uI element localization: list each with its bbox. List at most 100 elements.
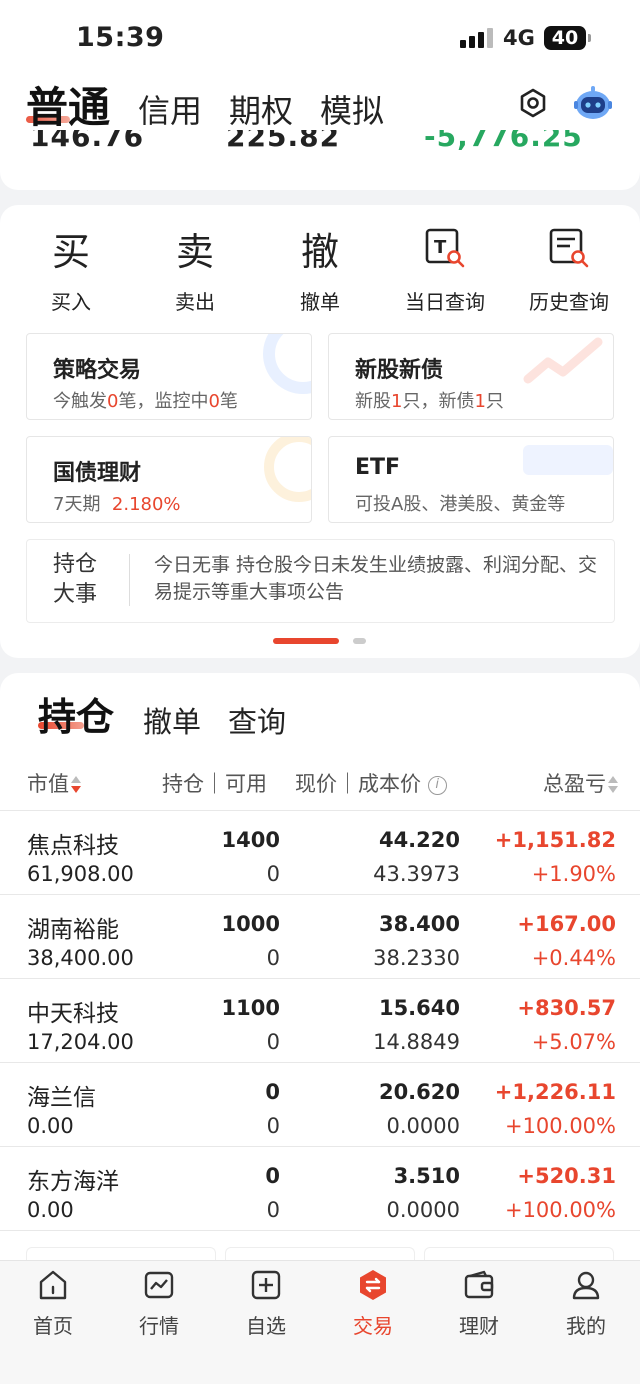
current-price: 44.220 bbox=[378, 828, 460, 852]
tab-simulation[interactable]: 模拟 bbox=[320, 86, 384, 132]
plus-square-icon bbox=[213, 1268, 319, 1302]
ipo-tile[interactable]: 新股新债 新股1只，新债1只 bbox=[328, 333, 614, 420]
history-query-label: 历史查询 bbox=[529, 290, 609, 314]
table-row[interactable]: 海兰信 0.00 0 0 20.620 0.0000 +1,226.11 +10… bbox=[0, 1064, 640, 1148]
total-pnl-percent: +1.90% bbox=[531, 862, 616, 886]
cost-price: 14.8849 bbox=[373, 1030, 460, 1054]
today-query-button[interactable]: T 当日查询 bbox=[390, 224, 500, 315]
buy-button[interactable]: 买 买入 bbox=[16, 224, 126, 315]
battery-icon: 40 bbox=[544, 26, 586, 50]
available-qty: 0 bbox=[266, 946, 280, 970]
sort-icon bbox=[71, 775, 81, 795]
tab-query[interactable]: 查询 bbox=[228, 699, 286, 741]
today-query-icon: T bbox=[390, 224, 500, 272]
buy-label: 买入 bbox=[51, 290, 91, 314]
stock-name: 东方海洋 bbox=[27, 1169, 119, 1195]
strategy-watermark-icon bbox=[263, 334, 311, 394]
history-query-button[interactable]: 历史查询 bbox=[514, 224, 624, 315]
holding-events-banner[interactable]: 持仓大事 今日无事 持仓股今日未发生业绩披露、利润分配、交易提示等重大事项公告 bbox=[26, 539, 615, 623]
svg-text:T: T bbox=[434, 237, 447, 258]
etf-watermark-icon bbox=[523, 445, 613, 475]
position-qty: 1400 bbox=[221, 828, 280, 852]
table-row[interactable]: 中天科技 17,204.00 1100 0 15.640 14.8849 +83… bbox=[0, 980, 640, 1064]
nav-profile[interactable]: 我的 bbox=[533, 1268, 639, 1339]
nav-profile-label: 我的 bbox=[566, 1314, 606, 1338]
market-value: 0.00 bbox=[27, 1198, 74, 1222]
nav-market[interactable]: 行情 bbox=[106, 1268, 212, 1339]
market-value: 0.00 bbox=[27, 1114, 74, 1138]
table-row[interactable]: 湖南裕能 38,400.00 1000 0 38.400 38.2330 +16… bbox=[0, 896, 640, 980]
nav-wealth-label: 理财 bbox=[459, 1314, 499, 1338]
tab-holdings[interactable]: 持仓 bbox=[38, 686, 114, 741]
header-total-pnl[interactable]: 总盈亏 bbox=[543, 768, 618, 798]
treasury-title: 国债理财 bbox=[53, 461, 142, 486]
cancel-order-label: 撤单 bbox=[300, 290, 340, 314]
header-position: 持仓｜可用 bbox=[162, 772, 267, 796]
carousel-indicator bbox=[353, 638, 366, 644]
strategy-subtitle: 今触发0笔，监控中0笔 bbox=[53, 391, 238, 412]
tab-cancel-orders[interactable]: 撤单 bbox=[143, 699, 201, 741]
available-qty: 0 bbox=[266, 1114, 280, 1138]
wallet-icon bbox=[426, 1268, 532, 1302]
tab-margin[interactable]: 信用 bbox=[138, 86, 202, 132]
cost-price: 0.0000 bbox=[386, 1198, 460, 1222]
sell-label: 卖出 bbox=[175, 290, 215, 314]
current-price: 38.400 bbox=[378, 912, 460, 936]
cancel-order-icon: 撤 bbox=[300, 229, 339, 274]
available-qty: 0 bbox=[266, 862, 280, 886]
stock-name: 中天科技 bbox=[27, 1001, 119, 1027]
current-price: 20.620 bbox=[378, 1080, 460, 1104]
available-qty: 0 bbox=[266, 1198, 280, 1222]
total-pnl: +1,226.11 bbox=[494, 1080, 616, 1104]
divider bbox=[0, 1062, 640, 1063]
nav-watchlist[interactable]: 自选 bbox=[213, 1268, 319, 1339]
cost-price: 0.0000 bbox=[386, 1114, 460, 1138]
market-value: 38,400.00 bbox=[27, 946, 134, 970]
nav-trade[interactable]: 交易 bbox=[320, 1268, 426, 1339]
home-icon bbox=[0, 1268, 106, 1302]
treasury-subtitle: 7天期 2.180% bbox=[53, 494, 181, 515]
cancel-order-button[interactable]: 撤 撤单 bbox=[265, 224, 375, 315]
settings-icon[interactable] bbox=[518, 88, 548, 118]
ipo-title: 新股新债 bbox=[355, 358, 444, 383]
total-pnl-percent: +100.00% bbox=[504, 1198, 616, 1222]
sort-icon bbox=[608, 775, 618, 795]
table-row[interactable]: 焦点科技 61,908.00 1400 0 44.220 43.3973 +1,… bbox=[0, 812, 640, 896]
tab-options[interactable]: 期权 bbox=[229, 86, 293, 132]
ipo-subtitle: 新股1只，新债1只 bbox=[355, 391, 504, 412]
divider bbox=[0, 978, 640, 979]
battery-tip bbox=[588, 34, 591, 42]
treasury-tile[interactable]: 国债理财 7天期 2.180% bbox=[26, 436, 312, 523]
position-qty: 1000 bbox=[221, 912, 280, 936]
nav-trade-label: 交易 bbox=[353, 1314, 393, 1338]
divider bbox=[0, 894, 640, 895]
table-row[interactable]: 东方海洋 0.00 0 0 3.510 0.0000 +520.31 +100.… bbox=[0, 1148, 640, 1232]
strategy-title: 策略交易 bbox=[53, 358, 142, 383]
carousel-indicator-active bbox=[273, 638, 339, 644]
sell-icon: 卖 bbox=[175, 229, 214, 274]
signal-icon bbox=[460, 28, 494, 48]
header-price: 现价｜成本价 i bbox=[295, 768, 447, 798]
header-market-value[interactable]: 市值 bbox=[27, 768, 81, 798]
nav-home[interactable]: 首页 bbox=[0, 1268, 106, 1339]
position-qty: 0 bbox=[265, 1164, 280, 1188]
history-query-icon bbox=[514, 224, 624, 272]
total-pnl-percent: +5.07% bbox=[531, 1030, 616, 1054]
stock-name: 湖南裕能 bbox=[27, 917, 119, 943]
sell-button[interactable]: 卖 卖出 bbox=[140, 224, 250, 315]
total-pnl: +1,151.82 bbox=[494, 828, 616, 852]
strategy-trading-tile[interactable]: 策略交易 今触发0笔，监控中0笔 bbox=[26, 333, 312, 420]
trade-icon bbox=[320, 1268, 426, 1302]
nav-wealth[interactable]: 理财 bbox=[426, 1268, 532, 1339]
etf-tile[interactable]: ETF 可投A股、港美股、黄金等 bbox=[328, 436, 614, 523]
position-qty: 0 bbox=[265, 1080, 280, 1104]
nav-home-label: 首页 bbox=[33, 1314, 73, 1338]
tab-normal[interactable]: 普通 bbox=[26, 74, 110, 135]
etf-title: ETF bbox=[355, 455, 401, 480]
nav-watchlist-label: 自选 bbox=[246, 1314, 286, 1338]
cost-price: 43.3973 bbox=[373, 862, 460, 886]
etf-subtitle: 可投A股、港美股、黄金等 bbox=[355, 494, 566, 515]
assistant-robot-icon[interactable] bbox=[573, 84, 613, 122]
user-icon bbox=[533, 1268, 639, 1302]
holding-events-tag: 持仓大事 bbox=[53, 552, 98, 607]
